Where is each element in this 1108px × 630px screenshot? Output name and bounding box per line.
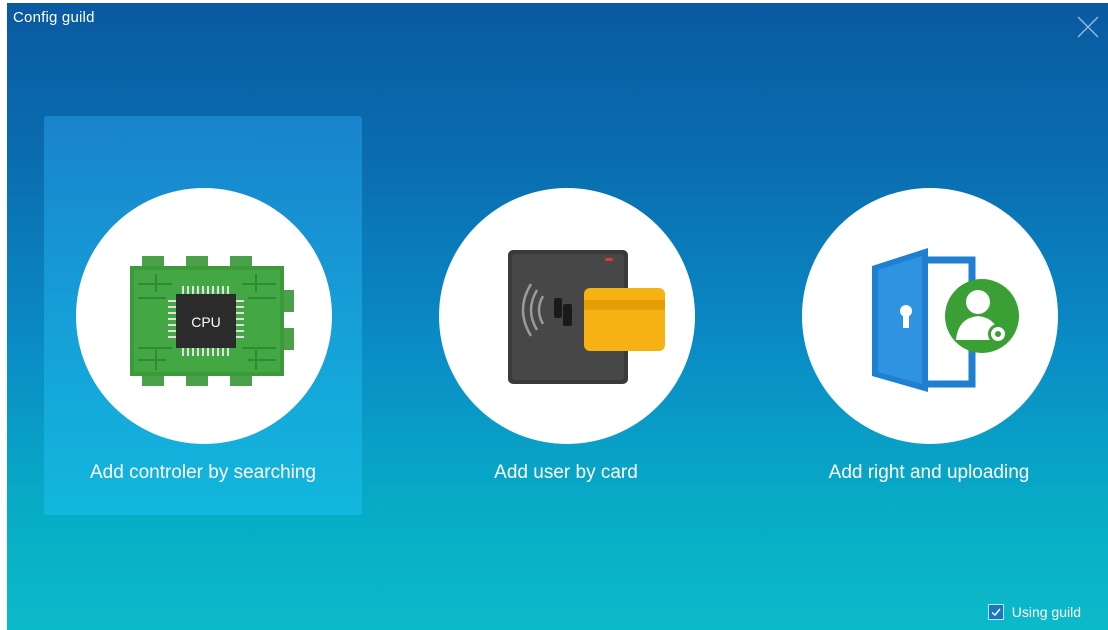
window-title: Config guild	[13, 9, 95, 26]
cpu-label: CPU	[191, 314, 221, 330]
card-reader-icon	[508, 250, 665, 384]
using-guild-label: Using guild	[1011, 604, 1081, 620]
config-guide-window: Config guild CPU Add controler by search…	[7, 3, 1108, 630]
add-controller-label: Add controler by searching	[89, 462, 316, 483]
add-right-card[interactable]: Add right and uploading	[770, 116, 1088, 515]
add-controller-card[interactable]: CPU Add controler by searching	[44, 116, 362, 515]
controller-icon-circle: CPU	[76, 188, 332, 444]
door-user-icon	[872, 248, 1019, 392]
add-right-label: Add right and uploading	[828, 462, 1030, 483]
using-guild-checkbox[interactable]	[987, 604, 1004, 620]
using-guild-toggle[interactable]: Using guild	[987, 604, 1081, 620]
card-reader-icon-circle	[439, 188, 695, 444]
add-user-label: Add user by card	[494, 462, 638, 483]
close-icon	[1077, 16, 1099, 38]
door-icon-circle	[802, 188, 1058, 444]
add-user-card[interactable]: Add user by card	[407, 116, 725, 515]
controller-board-icon: CPU	[130, 256, 294, 386]
checkmark-icon	[991, 608, 1001, 616]
close-button[interactable]	[1074, 13, 1102, 41]
